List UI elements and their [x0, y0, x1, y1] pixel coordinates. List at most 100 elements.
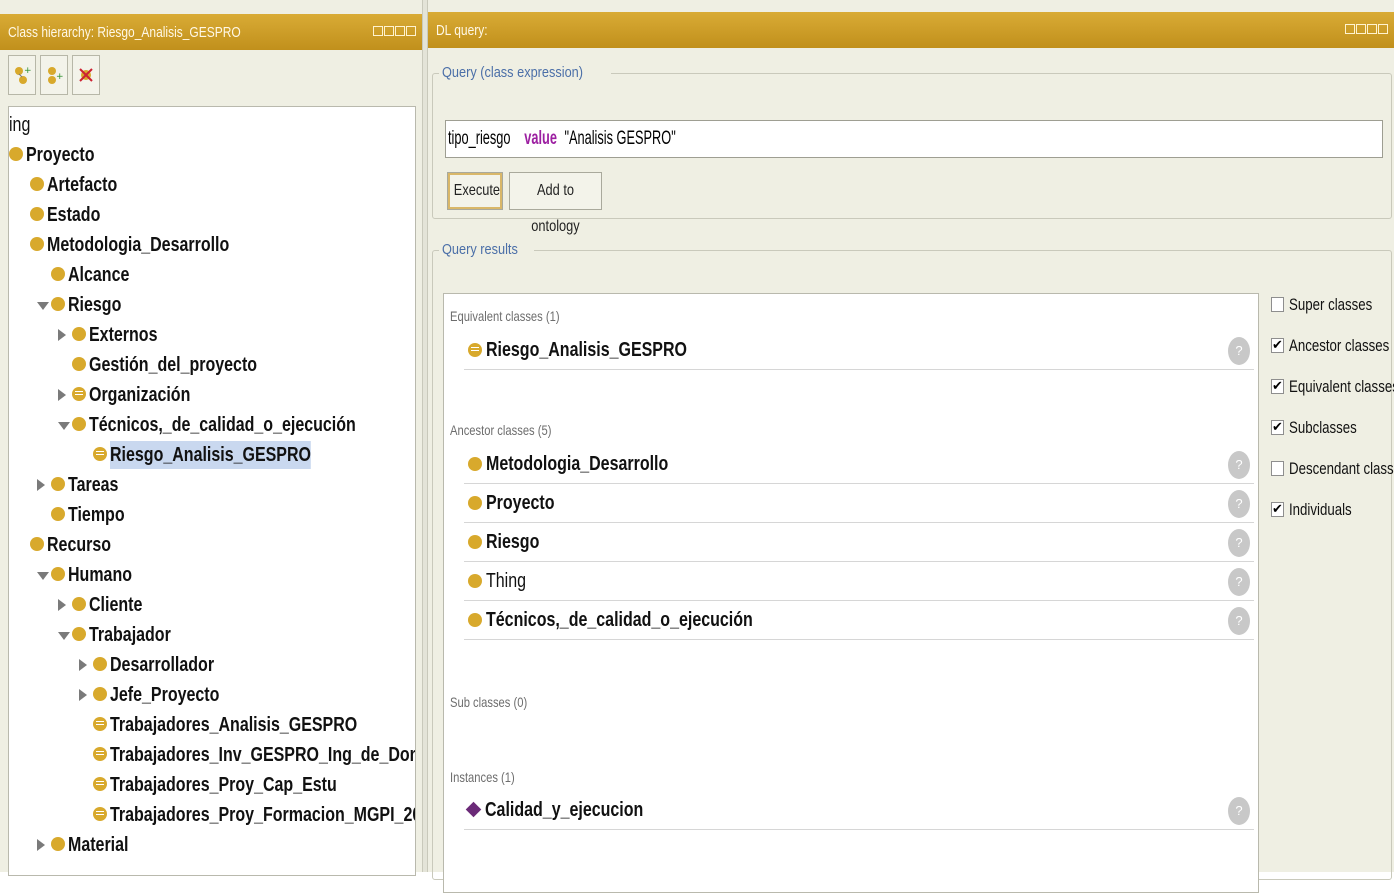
explain-help-icon[interactable]: ?	[1228, 451, 1250, 479]
add-sibling-button[interactable]: +	[40, 55, 68, 95]
add-to-ontology-button[interactable]: Add to ontology	[509, 172, 602, 235]
class-icon	[30, 536, 44, 551]
result-item[interactable]: Calidad_y_ejecucion?	[464, 792, 1254, 830]
result-item[interactable]: Metodologia_Desarrollo?	[464, 446, 1254, 484]
collapse-toggle-icon[interactable]	[37, 572, 49, 580]
class-icon	[51, 266, 65, 281]
expand-toggle-icon[interactable]	[79, 689, 87, 701]
tree-node[interactable]: Humano	[51, 561, 148, 589]
add-subclass-button[interactable]: +	[8, 55, 36, 95]
tree-node[interactable]: Trabajadores_Analisis_GESPRO	[93, 711, 415, 739]
defined-class-icon	[93, 446, 107, 461]
class-icon	[30, 206, 44, 221]
tree-node[interactable]: Riesgo	[51, 291, 135, 319]
tree-node[interactable]: ing	[9, 111, 36, 139]
window-controls	[1345, 24, 1388, 34]
tree-node-label: Jefe_Proyecto	[110, 684, 220, 706]
collapse-toggle-icon[interactable]	[37, 302, 49, 310]
delete-class-button[interactable]	[72, 55, 100, 95]
results-section-ancestor-label: Ancestor classes (5)	[450, 422, 552, 438]
checkbox[interactable]: ✔	[1271, 420, 1284, 435]
window-controls	[373, 26, 416, 36]
tree-node-label: Organización	[89, 384, 191, 406]
class-icon	[51, 506, 65, 521]
tree-node[interactable]: Externos	[72, 321, 175, 349]
result-item[interactable]: Proyecto?	[464, 485, 1254, 523]
expand-toggle-icon[interactable]	[58, 329, 66, 341]
tree-node[interactable]: Trabajador	[72, 621, 191, 649]
tree-node[interactable]: Alcance	[51, 261, 145, 289]
tree-node[interactable]: Trabajadores_Inv_GESPRO_Ing_de_Dominio	[93, 741, 415, 769]
explain-help-icon[interactable]: ?	[1228, 337, 1250, 365]
tree-node[interactable]: Trabajadores_Proy_Cap_Estu	[93, 771, 393, 799]
tree-node-label: Estado	[47, 204, 101, 226]
collapse-toggle-icon[interactable]	[58, 632, 70, 640]
tree-node[interactable]: Material	[51, 831, 144, 859]
result-item[interactable]: Riesgo?	[464, 524, 1254, 562]
tree-node-label: Trabajador	[89, 624, 171, 646]
maximize-view-icon[interactable]	[1356, 24, 1366, 34]
option-label: Ancestor classes	[1289, 336, 1390, 355]
tree-node[interactable]: Proyecto	[9, 141, 112, 169]
option-label: Subclasses	[1289, 418, 1357, 437]
tree-node[interactable]: Metodologia_Desarrollo	[30, 231, 275, 259]
expand-toggle-icon[interactable]	[37, 839, 45, 851]
class-icon	[468, 495, 482, 510]
results-group: Query results Equivalent classes (1) Ries…	[432, 241, 1394, 893]
expand-toggle-icon[interactable]	[37, 479, 45, 491]
tree-node[interactable]: Técnicos,_de_calidad_o_ejecución	[72, 411, 415, 439]
explain-help-icon[interactable]: ?	[1228, 607, 1250, 635]
result-item[interactable]: Técnicos,_de_calidad_o_ejecución?	[464, 602, 1254, 640]
close-view-icon[interactable]	[1378, 24, 1388, 34]
tree-node[interactable]: Trabajadores_Proy_Formacion_MGPI_2015	[93, 801, 416, 829]
tree-node-label: Alcance	[68, 264, 130, 286]
tree-node[interactable]: Gestión_del_proyecto	[72, 351, 299, 379]
tree-node-label: Técnicos,_de_calidad_o_ejecución	[89, 414, 356, 436]
tree-node[interactable]: Desarrollador	[93, 651, 240, 679]
execute-button[interactable]: Execute	[447, 172, 503, 210]
tree-node[interactable]: Recurso	[30, 531, 127, 559]
query-results-list[interactable]: Equivalent classes (1) Riesgo_Analisis_GE…	[443, 293, 1259, 893]
expand-toggle-icon[interactable]	[58, 599, 66, 611]
restore-view-icon[interactable]	[1367, 24, 1377, 34]
explain-help-icon[interactable]: ?	[1228, 529, 1250, 557]
explain-help-icon[interactable]: ?	[1228, 568, 1250, 596]
tree-node[interactable]: Artefacto	[30, 171, 135, 199]
tree-node[interactable]: Organización	[72, 381, 216, 409]
result-item[interactable]: Riesgo_Analisis_GESPRO?	[464, 332, 1254, 370]
result-item[interactable]: Thing?	[464, 563, 1254, 601]
class-icon	[72, 596, 86, 611]
explain-help-icon[interactable]: ?	[1228, 797, 1250, 825]
class-icon	[468, 573, 482, 588]
class-expression-input[interactable]: tipo_riesgo value "Analisis GESPRO"	[445, 120, 1383, 158]
checkbox[interactable]: ✔	[1271, 338, 1284, 353]
tree-node[interactable]: Cliente	[72, 591, 156, 619]
checkbox[interactable]: ✔	[1271, 502, 1284, 517]
expand-toggle-icon[interactable]	[79, 659, 87, 671]
class-tree[interactable]: ing Proyecto Artefacto Estado Metodologia_De…	[8, 106, 416, 876]
float-view-icon[interactable]	[373, 26, 383, 36]
results-section-equivalent-label: Equivalent classes (1)	[450, 308, 560, 324]
tree-node[interactable]: Tiempo	[51, 501, 139, 529]
explain-help-icon[interactable]: ?	[1228, 490, 1250, 518]
defined-class-icon	[468, 342, 482, 357]
result-item-label: Thing	[486, 570, 527, 592]
float-view-icon[interactable]	[1345, 24, 1355, 34]
tree-node[interactable]: Estado	[30, 201, 114, 229]
maximize-view-icon[interactable]	[384, 26, 394, 36]
class-icon	[72, 326, 86, 341]
tree-node[interactable]: Tareas	[51, 471, 131, 499]
close-view-icon[interactable]	[406, 26, 416, 36]
tree-node[interactable]: Jefe_Proyecto	[93, 681, 247, 709]
checkbox[interactable]	[1271, 297, 1284, 312]
expand-toggle-icon[interactable]	[58, 389, 66, 401]
checkbox[interactable]: ✔	[1271, 379, 1284, 394]
checkbox[interactable]	[1271, 461, 1284, 476]
dl-query-panel: DL query: Query (class expression) tipo_…	[428, 0, 1394, 893]
option-label: Super classes	[1289, 295, 1373, 314]
tree-node[interactable]: Riesgo_Analisis_GESPRO	[93, 441, 361, 469]
collapse-toggle-icon[interactable]	[58, 422, 70, 430]
tree-node-label: Trabajadores_Proy_Formacion_MGPI_2015	[110, 804, 416, 826]
tree-node-label: Cliente	[89, 594, 143, 616]
restore-view-icon[interactable]	[395, 26, 405, 36]
